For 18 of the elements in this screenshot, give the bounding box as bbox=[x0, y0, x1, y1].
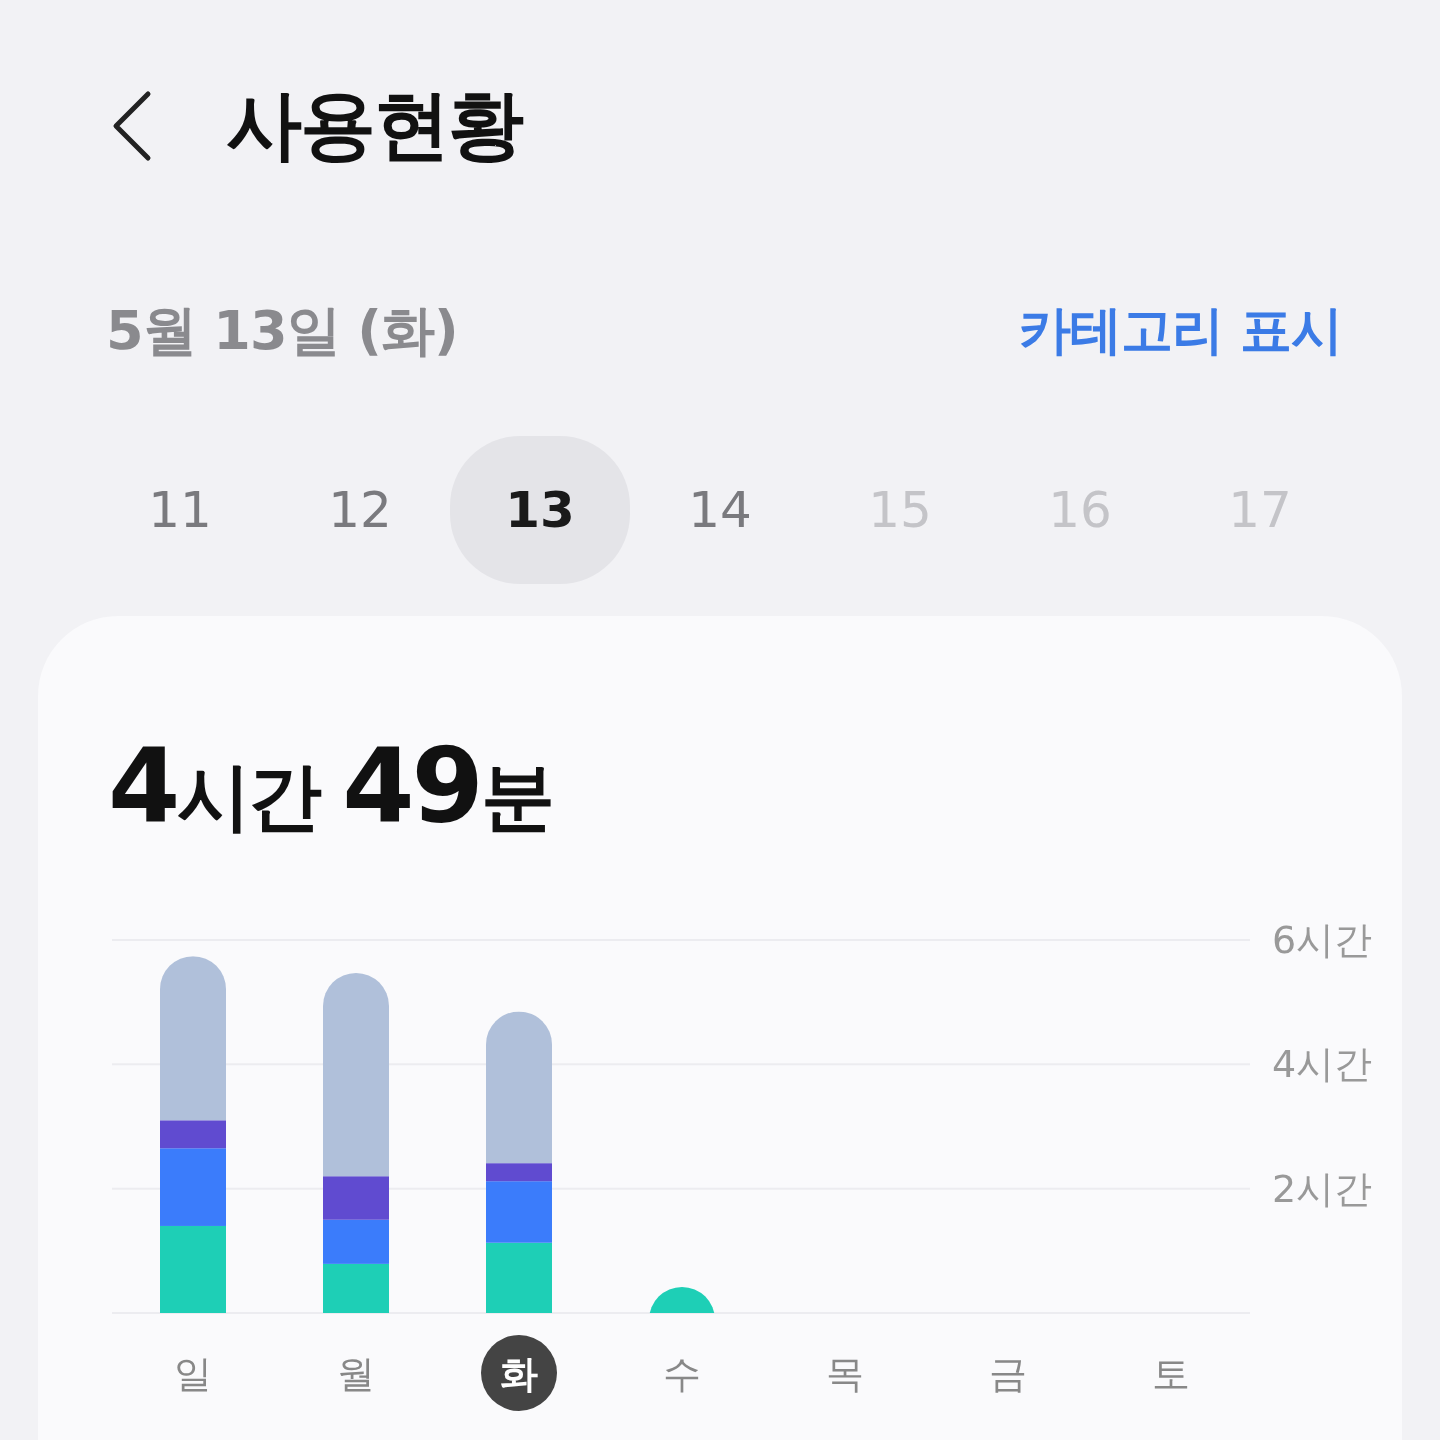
page-title: 사용현황 bbox=[226, 78, 522, 171]
x-axis-label: 일 bbox=[174, 1352, 212, 1396]
date-label: 5월 13일 (화) bbox=[106, 297, 458, 364]
date-tab[interactable]: 13 bbox=[450, 436, 630, 584]
date-tab[interactable]: 14 bbox=[630, 436, 810, 584]
x-axis-label: 토 bbox=[1152, 1352, 1190, 1396]
y-axis-label: 6시간 bbox=[1272, 918, 1373, 962]
x-axis-label: 월 bbox=[337, 1352, 375, 1396]
x-axis-label: 수 bbox=[663, 1352, 701, 1396]
x-axis-label: 목 bbox=[826, 1352, 864, 1396]
x-axis-label: 화 bbox=[500, 1352, 538, 1396]
date-tab[interactable]: 11 bbox=[90, 436, 270, 584]
y-axis-label: 4시간 bbox=[1272, 1042, 1373, 1087]
date-tab[interactable]: 12 bbox=[270, 436, 450, 584]
x-axis-label: 금 bbox=[989, 1352, 1027, 1396]
y-axis-label: 2시간 bbox=[1272, 1166, 1373, 1211]
category-toggle-link[interactable]: 카테고리 표시 bbox=[1018, 296, 1342, 366]
total-usage-time: 4시간 49분 bbox=[107, 734, 553, 838]
